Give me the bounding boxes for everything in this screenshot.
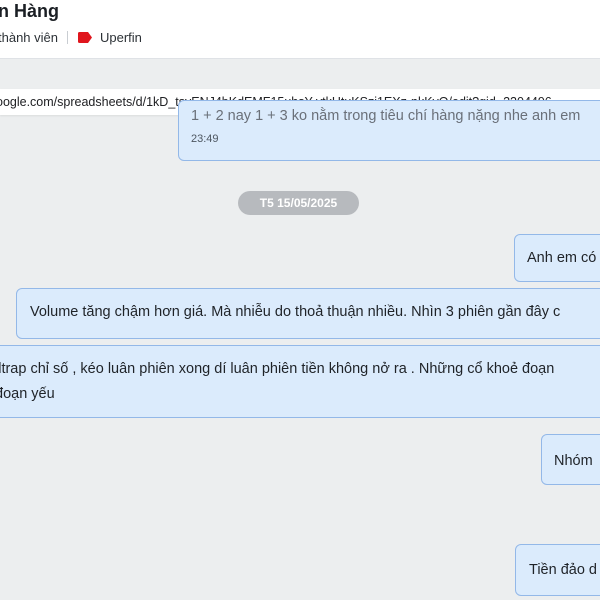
- message-text: Volume tăng chậm hơn giá. Mà nhiễu do th…: [30, 304, 561, 320]
- message-bubble[interactable]: Anh em có: [514, 234, 600, 282]
- tag-label[interactable]: Uperfin: [100, 30, 142, 45]
- message-bubble[interactable]: Nhóm: [541, 434, 600, 485]
- message-text: 1 + 2 nay 1 + 3 ko nằm trong tiêu chí hà…: [191, 108, 581, 124]
- message-bubble[interactable]: Tiền đảo d: [515, 544, 600, 596]
- chat-meta: thành viên Uperfin: [0, 29, 142, 45]
- tag-icon: [78, 31, 92, 43]
- message-bubble[interactable]: lltrap chỉ số , kéo luân phiên xong dí l…: [0, 345, 600, 418]
- date-separator: T5 15/05/2025: [238, 191, 359, 215]
- message-time: 23:49: [191, 133, 219, 145]
- message-text: Anh em có: [527, 250, 597, 266]
- message-text-line: đoạn yếu: [0, 386, 55, 402]
- message-text-line: lltrap chỉ số , kéo luân phiên xong dí l…: [0, 361, 555, 377]
- message-bubble[interactable]: Volume tăng chậm hơn giá. Mà nhiễu do th…: [16, 288, 600, 339]
- chat-title[interactable]: n Hàng: [0, 1, 59, 22]
- message-text: Tiền đảo d: [529, 562, 597, 578]
- member-count[interactable]: thành viên: [0, 30, 58, 45]
- message-bubble[interactable]: 1 + 2 nay 1 + 3 ko nằm trong tiêu chí hà…: [178, 100, 600, 161]
- divider: [67, 30, 68, 44]
- message-text: Nhóm: [554, 453, 593, 469]
- chat-header: n Hàng thành viên Uperfin: [0, 0, 600, 59]
